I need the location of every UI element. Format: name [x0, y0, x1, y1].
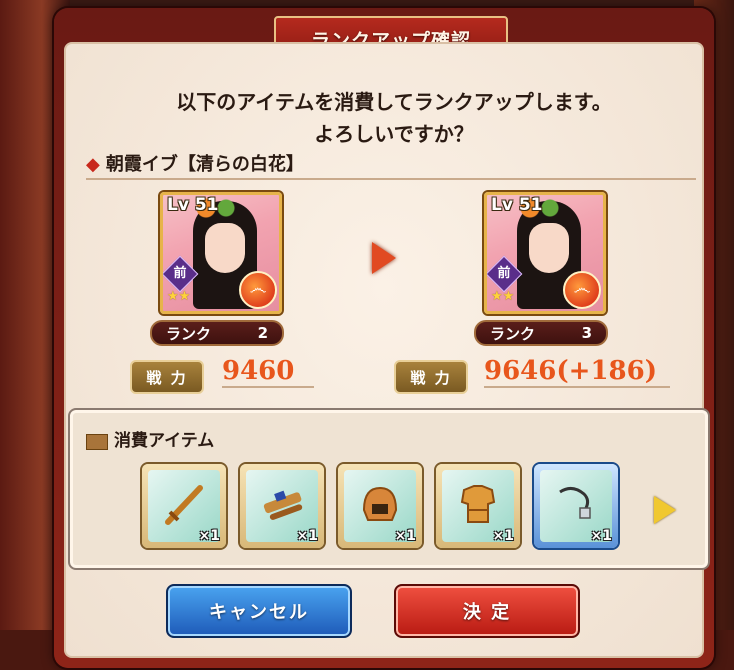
upgrade-arrow-icon [372, 242, 396, 274]
level-label-before: Lv 51 [167, 195, 219, 215]
cancel-button[interactable]: キャンセル [166, 584, 352, 638]
power-label-after: 戦 力 [394, 360, 468, 394]
fire-element-icon: ෴ [239, 271, 277, 309]
power-value-before: 9460 [222, 356, 314, 388]
next-page-arrow-icon[interactable] [654, 496, 676, 524]
item-slot-amulet[interactable]: ×1 [534, 464, 618, 548]
item-quantity: ×1 [296, 528, 318, 544]
item-quantity: ×1 [198, 528, 220, 544]
scroll-sheath-icon [263, 490, 303, 520]
character-name: ◆ 朝霞イブ【清らの白花】 [86, 150, 304, 176]
diamond-bullet-icon: ◆ [86, 154, 100, 175]
armor-icon [460, 485, 496, 523]
confirm-button[interactable]: 決 定 [394, 584, 580, 638]
item-quantity: ×1 [492, 528, 514, 544]
rank-label: ランク [490, 324, 536, 343]
item-quantity: ×1 [394, 528, 416, 544]
power-value-after: 9646(+186) [484, 356, 670, 388]
position-badge-text: 前 [173, 266, 187, 281]
rarity-stars-before: ★★ [167, 289, 191, 304]
character-face [205, 223, 245, 273]
rank-plate-after: ランク 3 [474, 320, 608, 346]
rank-plate-before: ランク 2 [150, 320, 284, 346]
power-label-before: 戦 力 [130, 360, 204, 394]
consumed-items-title: 消費アイテム [86, 426, 214, 451]
portrait-before: Lv 51 前 ★★ ෴ [160, 192, 282, 314]
helmet-icon [362, 486, 398, 521]
confirm-message-line1: 以下のアイテムを消費してランクアップします。 [176, 90, 612, 114]
item-slot-sword[interactable]: ×1 [142, 464, 226, 548]
consumed-items-title-text: 消費アイテム [114, 431, 215, 451]
dialog-body: 以下のアイテムを消費してランクアップします。 よろしいですか？ ◆ 朝霞イブ【清ら… [64, 42, 710, 658]
level-label-after: Lv 51 [491, 195, 543, 215]
position-badge-text: 前 [497, 266, 511, 281]
confirm-message-line2: よろしいですか？ [314, 122, 474, 146]
crate-icon [86, 433, 108, 450]
item-slot-scroll[interactable]: ×1 [240, 464, 324, 548]
sword-icon [165, 485, 203, 525]
rank-label: ランク [166, 324, 212, 343]
consumed-items-panel: 消費アイテム ×1 ×1 ×1 ×1 ×1 [68, 408, 710, 570]
item-slot-armor[interactable]: ×1 [436, 464, 520, 548]
portrait-after: Lv 51 前 ★★ ෴ [484, 192, 606, 314]
character-face [529, 223, 569, 273]
item-slot-helmet[interactable]: ×1 [338, 464, 422, 548]
amulet-icon [559, 487, 591, 519]
rarity-stars-after: ★★ [491, 289, 515, 304]
rank-value-before: 2 [257, 324, 268, 342]
item-quantity: ×1 [590, 528, 612, 544]
fire-element-icon: ෴ [563, 271, 601, 309]
divider [86, 178, 696, 180]
character-name-text: 朝霞イブ【清らの白花】 [105, 154, 304, 175]
rank-up-dialog: ランクアップ確認 以下のアイテムを消費してランクアップします。 よろしいですか？… [54, 8, 714, 668]
rank-value-after: 3 [581, 324, 592, 342]
